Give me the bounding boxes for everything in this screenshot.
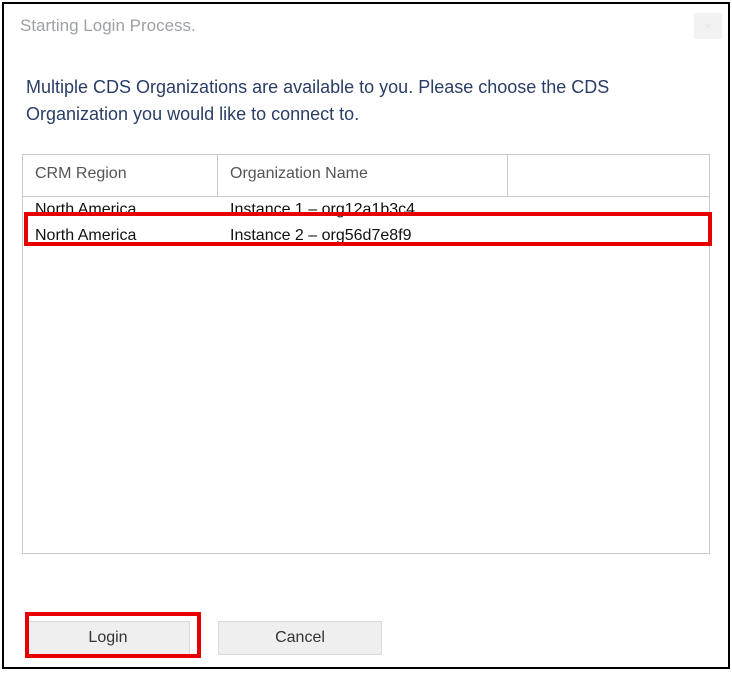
title-bar: Starting Login Process. × [4,4,728,48]
window-title: Starting Login Process. [20,16,196,36]
table-header-row: CRM Region Organization Name [23,155,709,197]
login-dialog: Starting Login Process. × Multiple CDS O… [2,2,730,669]
header-org-name[interactable]: Organization Name [218,155,508,196]
cell-region: North America [23,201,218,219]
cell-org: Instance 1 – org12a1b3c4 [218,201,508,219]
dialog-footer: Login Cancel [4,621,728,655]
close-button[interactable]: × [694,13,722,39]
instructions-text: Multiple CDS Organizations are available… [4,48,728,136]
close-icon: × [704,19,712,33]
header-empty [508,155,709,196]
table-row[interactable]: North America Instance 1 – org12a1b3c4 [23,197,709,223]
table-row[interactable]: North America Instance 2 – org56d7e8f9 [23,223,709,249]
table-body: North America Instance 1 – org12a1b3c4 N… [23,197,709,249]
login-button[interactable]: Login [26,621,190,655]
header-crm-region[interactable]: CRM Region [23,155,218,196]
org-table: CRM Region Organization Name North Ameri… [22,154,710,554]
cell-region: North America [23,227,218,245]
cell-org: Instance 2 – org56d7e8f9 [218,227,508,245]
cancel-button[interactable]: Cancel [218,621,382,655]
